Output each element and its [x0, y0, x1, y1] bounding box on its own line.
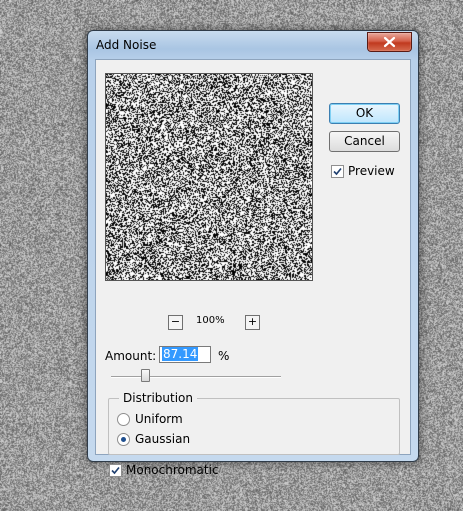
monochromatic-checkbox-row[interactable]: Monochromatic [109, 463, 219, 477]
amount-slider-thumb[interactable] [141, 369, 150, 382]
amount-slider-track[interactable] [111, 376, 281, 378]
amount-input[interactable]: 87.14 [159, 346, 211, 363]
monochromatic-checkbox[interactable] [109, 463, 122, 477]
distribution-legend: Distribution [119, 391, 198, 405]
checkmark-icon [333, 167, 342, 175]
preview-noise-image [106, 74, 312, 280]
distribution-group: Distribution Uniform Gaussian [108, 391, 400, 455]
ok-button[interactable]: OK [329, 103, 400, 124]
zoom-out-button[interactable]: − [168, 315, 183, 330]
uniform-label: Uniform [135, 412, 183, 426]
preview-checkbox-row[interactable]: Preview [331, 164, 395, 178]
uniform-radio[interactable] [117, 412, 130, 426]
preview-checkbox[interactable] [331, 164, 344, 178]
uniform-option[interactable]: Uniform [117, 412, 183, 426]
gaussian-label: Gaussian [135, 432, 191, 446]
dialog-title: Add Noise [96, 38, 157, 52]
amount-value: 87.14 [162, 347, 199, 361]
gaussian-option[interactable]: Gaussian [117, 432, 190, 446]
cancel-button[interactable]: Cancel [329, 131, 400, 152]
zoom-level: 100% [196, 315, 225, 326]
gaussian-radio[interactable] [117, 432, 130, 446]
monochromatic-label: Monochromatic [126, 463, 219, 477]
checkmark-icon [111, 466, 120, 474]
amount-unit: % [218, 349, 230, 363]
zoom-in-button[interactable]: + [245, 315, 260, 330]
radio-selected-dot [121, 436, 126, 442]
close-icon [383, 36, 396, 48]
close-button[interactable] [367, 32, 412, 52]
add-noise-dialog: Add Noise − 100% + OK Cancel Preview Amo… [87, 30, 419, 477]
amount-label: Amount: [105, 349, 157, 363]
preview-label: Preview [348, 164, 395, 178]
dialog-body: − 100% + OK Cancel Preview Amount: 87.14… [95, 59, 411, 477]
title-bar[interactable]: Add Noise [88, 31, 418, 59]
preview-pane[interactable] [105, 73, 313, 281]
